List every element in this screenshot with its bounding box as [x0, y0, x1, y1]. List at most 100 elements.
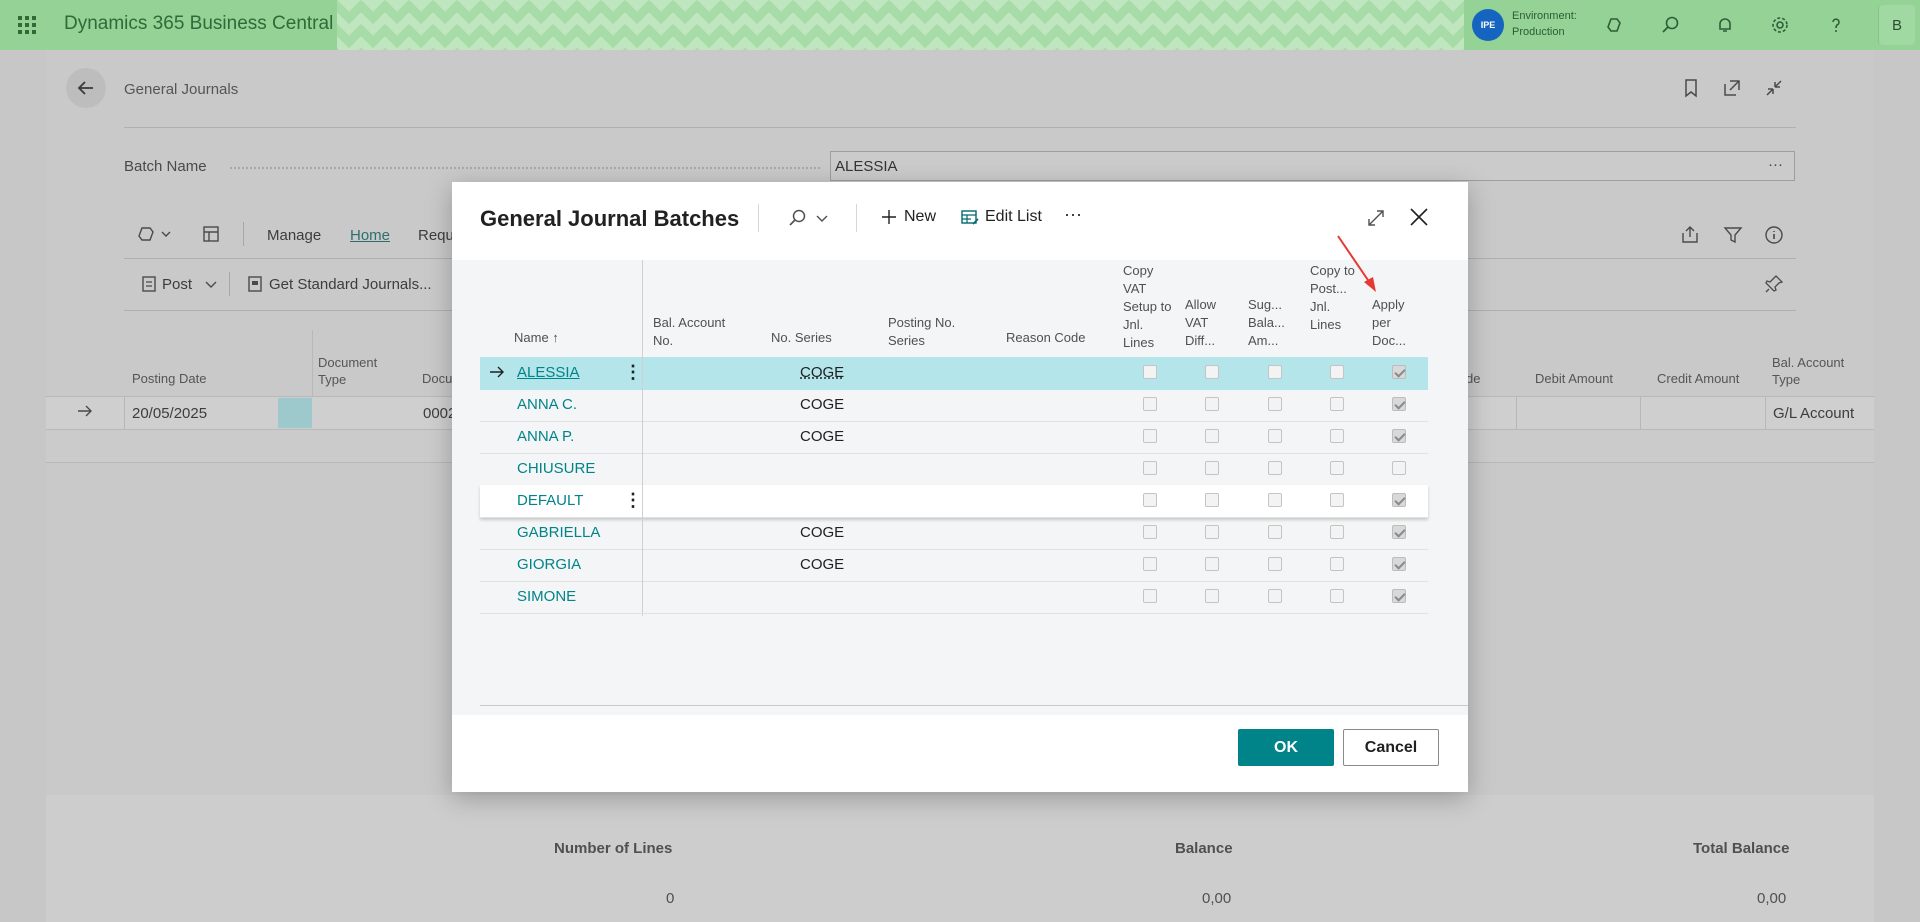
option-checkbox[interactable] [1268, 589, 1282, 603]
settings-icon[interactable] [1768, 13, 1792, 37]
batch-name-link[interactable]: GABRIELLA [517, 524, 600, 541]
option-checkbox[interactable] [1330, 461, 1344, 475]
option-checkbox[interactable] [1330, 493, 1344, 507]
environment-info[interactable]: Environment: Production [1512, 8, 1577, 40]
get-standard-journals-button[interactable]: Get Standard Journals... [269, 276, 432, 293]
batch-name-link[interactable]: CHIUSURE [517, 460, 595, 477]
no-series-cell[interactable]: COGE [800, 428, 844, 445]
posting-date-cell[interactable]: 20/05/2025 [132, 405, 207, 422]
option-checkbox[interactable] [1268, 429, 1282, 443]
edit-list-button[interactable]: Edit List [961, 208, 1042, 226]
batch-row[interactable]: ALESSIA ⋮ COGE [480, 357, 1428, 390]
copilot-icon[interactable] [1603, 13, 1627, 37]
share-icon[interactable] [1680, 225, 1700, 250]
option-checkbox[interactable] [1268, 525, 1282, 539]
option-checkbox[interactable] [1143, 493, 1157, 507]
option-checkbox[interactable] [1330, 429, 1344, 443]
batch-name-link[interactable]: SIMONE [517, 588, 576, 605]
no-series-cell[interactable]: COGE [800, 556, 844, 573]
row-actions-icon[interactable]: ⋮ [624, 362, 642, 383]
batch-name-field[interactable]: ALESSIA [830, 151, 1795, 181]
tab-manage[interactable]: Manage [267, 227, 321, 244]
col-debit-amount[interactable]: Debit Amount [1535, 370, 1613, 387]
col-suggest-balancing-amount[interactable]: Sug... Bala... Am... [1248, 296, 1294, 350]
col-apply-per-doc[interactable]: Apply per Doc... [1372, 296, 1418, 350]
info-icon[interactable] [1764, 225, 1784, 250]
batch-row[interactable]: GIORGIA COGE [480, 549, 1428, 582]
batch-row[interactable]: GABRIELLA COGE [480, 517, 1428, 550]
option-checkbox[interactable] [1268, 365, 1282, 379]
option-checkbox[interactable] [1205, 461, 1219, 475]
new-button[interactable]: New [880, 208, 936, 226]
col-bal-account-no[interactable]: Bal. Account No. [653, 314, 743, 350]
post-button[interactable]: Post [162, 276, 192, 293]
ok-button[interactable]: OK [1238, 729, 1334, 766]
batch-row[interactable]: CHIUSURE [480, 453, 1428, 486]
option-checkbox[interactable] [1205, 397, 1219, 411]
col-document-type[interactable]: Document Type [318, 354, 408, 388]
option-checkbox[interactable] [1143, 525, 1157, 539]
batch-name-link[interactable]: DEFAULT [517, 492, 583, 509]
search-icon[interactable] [1658, 13, 1682, 37]
apply-per-doc-checkbox[interactable] [1392, 461, 1406, 475]
option-checkbox[interactable] [1268, 493, 1282, 507]
help-icon[interactable] [1824, 13, 1848, 37]
table-view-icon[interactable] [201, 224, 221, 249]
col-document-no[interactable]: Docu [422, 370, 452, 387]
apply-per-doc-checkbox[interactable] [1392, 493, 1406, 507]
col-allow-vat-diff[interactable]: Allow VAT Diff... [1185, 296, 1231, 350]
col-posting-no-series[interactable]: Posting No. Series [888, 314, 978, 350]
back-button[interactable] [66, 68, 106, 108]
option-checkbox[interactable] [1143, 397, 1157, 411]
apply-per-doc-checkbox[interactable] [1392, 397, 1406, 411]
option-checkbox[interactable] [1330, 557, 1344, 571]
option-checkbox[interactable] [1205, 557, 1219, 571]
col-copy-vat-setup[interactable]: Copy VAT Setup to Jnl. Lines [1123, 262, 1173, 352]
filter-icon[interactable] [1723, 225, 1743, 250]
no-series-cell[interactable]: COGE [800, 364, 844, 381]
col-no-series[interactable]: No. Series [771, 329, 832, 347]
search-button[interactable] [786, 208, 830, 228]
expand-icon[interactable] [1366, 208, 1386, 233]
apply-per-doc-checkbox[interactable] [1392, 589, 1406, 603]
apply-per-doc-checkbox[interactable] [1392, 525, 1406, 539]
col-name[interactable]: Name ↑ [514, 329, 559, 347]
option-checkbox[interactable] [1330, 589, 1344, 603]
apply-per-doc-checkbox[interactable] [1392, 429, 1406, 443]
option-checkbox[interactable] [1330, 525, 1344, 539]
option-checkbox[interactable] [1330, 365, 1344, 379]
col-credit-amount[interactable]: Credit Amount [1657, 370, 1739, 387]
col-partial-header[interactable]: de [1466, 370, 1480, 387]
selected-cell[interactable] [278, 398, 312, 428]
option-checkbox[interactable] [1330, 397, 1344, 411]
cancel-button[interactable]: Cancel [1343, 729, 1439, 766]
option-checkbox[interactable] [1268, 461, 1282, 475]
batch-row[interactable]: SIMONE [480, 581, 1428, 614]
environment-badge[interactable]: IPE [1472, 9, 1504, 41]
batch-row[interactable]: ANNA C. COGE [480, 389, 1428, 422]
option-checkbox[interactable] [1143, 461, 1157, 475]
batch-row[interactable]: DEFAULT ⋮ [480, 485, 1428, 518]
collapse-icon[interactable] [1764, 78, 1784, 103]
more-actions-button[interactable]: ··· [1064, 204, 1082, 225]
col-bal-account-type[interactable]: Bal. Account Type [1772, 354, 1862, 388]
batch-lookup-button[interactable]: ··· [1768, 156, 1783, 173]
tab-home[interactable]: Home [350, 227, 390, 244]
post-dropdown-chevron-icon[interactable] [203, 276, 219, 297]
user-avatar[interactable]: B [1878, 5, 1915, 45]
option-checkbox[interactable] [1205, 493, 1219, 507]
col-posting-date[interactable]: Posting Date [132, 370, 206, 387]
open-new-window-icon[interactable] [1722, 78, 1742, 103]
batch-name-link[interactable]: ANNA P. [517, 428, 574, 445]
row-actions-icon[interactable]: ⋮ [624, 490, 642, 511]
app-launcher-icon[interactable] [18, 16, 36, 34]
apply-per-doc-checkbox[interactable] [1392, 365, 1406, 379]
option-checkbox[interactable] [1205, 525, 1219, 539]
pin-icon[interactable] [1764, 274, 1784, 299]
batch-row[interactable]: ANNA P. COGE [480, 421, 1428, 454]
option-checkbox[interactable] [1143, 429, 1157, 443]
option-checkbox[interactable] [1143, 589, 1157, 603]
tab-requests[interactable]: Requ [418, 227, 454, 244]
option-checkbox[interactable] [1268, 397, 1282, 411]
apply-per-doc-checkbox[interactable] [1392, 557, 1406, 571]
